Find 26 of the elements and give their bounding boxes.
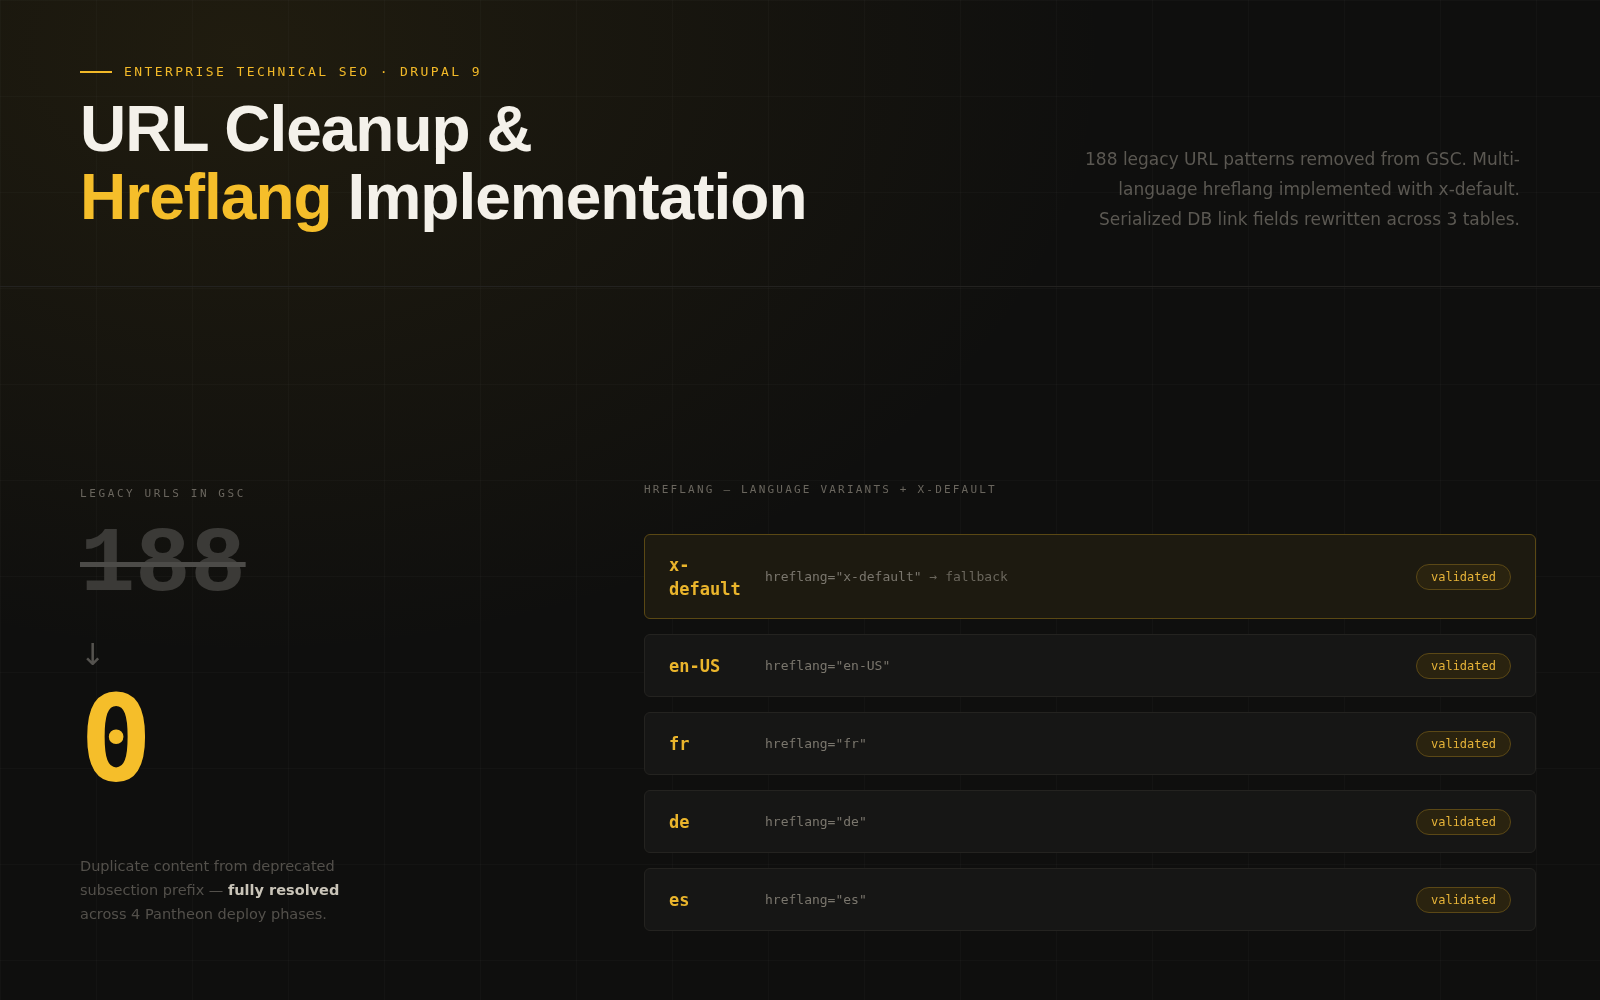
page-title-accent: Hreflang bbox=[80, 163, 332, 231]
language-code: en-US bbox=[669, 654, 722, 678]
stat-after-value: 0 bbox=[80, 684, 153, 794]
status-badge: validated bbox=[1415, 730, 1511, 757]
page-title: URL Cleanup & bbox=[80, 95, 532, 163]
stat-label: LEGACY URLS IN GSC bbox=[80, 487, 246, 500]
status-badge: validated bbox=[1415, 808, 1511, 835]
status-badge: validated bbox=[1415, 563, 1511, 590]
hreflang-attribute: hreflang="fr" bbox=[765, 736, 867, 751]
status-badge: validated bbox=[1415, 886, 1511, 913]
hreflang-attribute: hreflang="en-US" bbox=[765, 658, 891, 673]
language-code: de bbox=[669, 810, 691, 834]
section-label: HREFLANG — LANGUAGE VARIANTS + X-DEFAULT bbox=[644, 483, 998, 496]
stat-description: Duplicate content from deprecated subsection prefix — fully resolved across 4 Pantheon deploy phases. bbox=[80, 857, 341, 924]
header-description: 188 legacy URL patterns removed from GSC. Multi-language hreflang implemented with x-default. Serialized DB link fields rewritten across 3 tables. bbox=[1084, 148, 1520, 231]
page-title: Implementation bbox=[347, 163, 807, 231]
status-badge: validated bbox=[1415, 652, 1511, 679]
language-code: fr bbox=[669, 732, 691, 756]
language-code: es bbox=[669, 888, 691, 912]
eyebrow-label: ENTERPRISE TECHNICAL SEO · DRUPAL 9 bbox=[124, 64, 482, 79]
language-code: x-default bbox=[669, 553, 742, 601]
fallback-note: → fallback bbox=[929, 569, 1008, 584]
hreflang-attribute: hreflang="es" bbox=[765, 892, 867, 907]
hreflang-attribute: hreflang="de" bbox=[765, 814, 867, 829]
hreflang-attribute: hreflang="x-default" bbox=[765, 569, 922, 584]
down-arrow: ↓ bbox=[80, 638, 106, 672]
